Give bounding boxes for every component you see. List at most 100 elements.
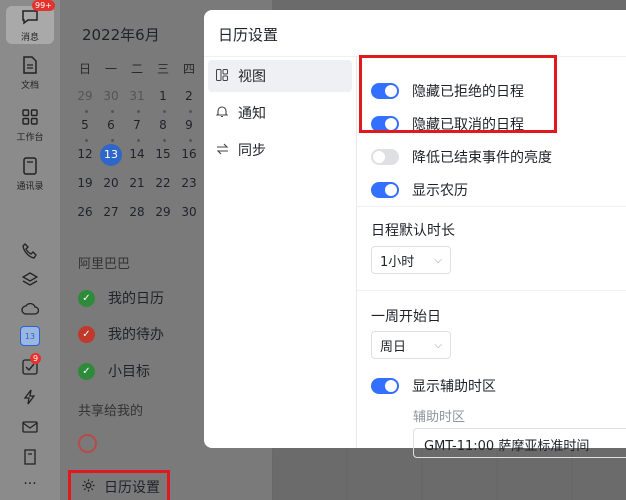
check-circle-icon[interactable]: ✓ (78, 325, 95, 343)
document-icon (19, 54, 41, 76)
nav-sync[interactable]: 同步 (208, 134, 352, 166)
day-cell-today[interactable]: 13 (98, 143, 124, 166)
week-start-select[interactable]: 周日 ⌵ (371, 331, 451, 359)
app-rail: 消息 99+ 文档 工作台 通讯录 13 9 ··· (0, 0, 60, 500)
day-cell[interactable]: 16 (176, 147, 202, 166)
calendar-settings-label: 日历设置 (104, 480, 160, 496)
day-cell[interactable]: 5 (72, 118, 98, 132)
rail-messages[interactable]: 消息 99+ (6, 0, 55, 44)
settings-nav: 视图 通知 同步 (204, 56, 356, 448)
toggle-row-lunar[interactable]: 显示农历 (371, 180, 468, 200)
day-cell[interactable]: 20 (98, 176, 124, 190)
rail-more[interactable]: ··· (0, 474, 60, 492)
weekday-header: 日 一 二 三 四 (72, 60, 202, 77)
toggle-switch[interactable] (371, 182, 399, 198)
add-calendar-circle-icon[interactable] (78, 434, 97, 453)
select-value: 1小时 (380, 254, 415, 270)
day-cell[interactable]: 19 (72, 176, 98, 190)
today-marker: 13 (100, 143, 122, 166)
calendar-item-label: 我的待办 (108, 327, 164, 343)
rail-docs[interactable]: 文档 (0, 54, 60, 91)
week-row: 12 13 14 15 16 (72, 143, 202, 166)
sync-icon (216, 143, 232, 158)
weekday: 四 (182, 62, 195, 76)
day-cell[interactable]: 29 (72, 89, 98, 103)
week-row: 29 30 31 1 2 (72, 89, 202, 103)
weekday: 一 (104, 62, 117, 76)
day-cell[interactable]: 31 (124, 89, 150, 103)
rail-layers[interactable] (0, 269, 60, 291)
day-cell[interactable]: 1 (150, 89, 176, 103)
toggle-row-dim-ended[interactable]: 降低已结束事件的亮度 (371, 147, 552, 167)
calendar-item[interactable]: ✓ 我的日历 (78, 288, 164, 308)
event-dot (189, 110, 192, 113)
divider (357, 290, 626, 291)
event-dot (137, 139, 140, 142)
rail-cloud[interactable] (0, 298, 60, 320)
nav-notify[interactable]: 通知 (208, 97, 352, 129)
day-cell[interactable]: 7 (124, 118, 150, 132)
dialog-title: 日历设置 (218, 26, 279, 44)
rail-contacts[interactable]: 通讯录 (0, 155, 60, 192)
toggle-label: 降低已结束事件的亮度 (412, 150, 552, 166)
event-dot (137, 110, 140, 113)
rail-minutes[interactable] (0, 446, 60, 468)
day-cell[interactable]: 21 (124, 176, 150, 190)
chevron-down-icon: ⌵ (434, 339, 442, 351)
event-dot (189, 139, 192, 142)
default-duration-select[interactable]: 1小时 ⌵ (371, 246, 451, 274)
day-cell[interactable]: 12 (72, 147, 98, 166)
rail-docs-label: 文档 (20, 81, 39, 91)
more-icon: ··· (23, 476, 37, 492)
rail-contacts-label: 通讯录 (16, 182, 44, 192)
day-cell[interactable]: 30 (176, 205, 202, 219)
toggle-switch[interactable] (371, 378, 399, 394)
grid-icon (216, 68, 232, 84)
rail-lightning[interactable] (0, 386, 60, 408)
day-cell[interactable]: 15 (150, 147, 176, 166)
rail-workspace[interactable]: 工作台 (0, 106, 60, 143)
day-cell[interactable]: 30 (98, 89, 124, 103)
day-cell[interactable]: 14 (124, 147, 150, 166)
day-cell[interactable]: 23 (176, 176, 202, 190)
toggle-row-aux-timezone[interactable]: 显示辅助时区 (371, 376, 496, 396)
notes-icon (19, 446, 41, 468)
tasks-badge: 9 (30, 353, 42, 364)
calendar-item[interactable]: ✓ 我的待办 (78, 324, 164, 344)
event-dot (111, 139, 114, 142)
day-cell[interactable]: 22 (150, 176, 176, 190)
nav-view[interactable]: 视图 (208, 60, 352, 92)
day-cell[interactable]: 29 (150, 205, 176, 219)
event-dot (85, 139, 88, 142)
day-cell[interactable]: 27 (98, 205, 124, 219)
mail-icon (19, 416, 41, 438)
event-dot (163, 139, 166, 142)
nav-sync-label: 同步 (238, 143, 266, 159)
aux-timezone-select[interactable]: GMT-11:00 萨摩亚标准时间 (413, 428, 626, 458)
shared-section-title: 共享给我的 (78, 404, 144, 419)
cloud-icon (19, 298, 41, 320)
check-circle-icon[interactable]: ✓ (78, 362, 95, 380)
rail-workspace-label: 工作台 (16, 133, 44, 143)
week-row: 26 27 28 29 30 (72, 205, 202, 219)
day-cell[interactable]: 2 (176, 89, 202, 103)
calendar-settings-button[interactable]: 日历设置 (68, 470, 170, 500)
toggle-switch[interactable] (371, 149, 399, 165)
calendar-item-label: 小目标 (108, 364, 150, 380)
month-title: 2022年6月 (82, 26, 160, 44)
day-cell[interactable]: 9 (176, 118, 202, 132)
week-row: 5 6 7 8 9 (72, 118, 202, 132)
rail-calendar[interactable]: 13 (0, 326, 60, 346)
calendar-item[interactable]: ✓ 小目标 (78, 361, 150, 381)
lightning-icon (19, 386, 41, 408)
rail-tasks[interactable]: 9 (0, 353, 60, 378)
day-cell[interactable]: 8 (150, 118, 176, 132)
rail-mail[interactable] (0, 416, 60, 438)
day-cell[interactable]: 28 (124, 205, 150, 219)
day-cell[interactable]: 6 (98, 118, 124, 132)
rail-calls[interactable] (0, 240, 60, 262)
chevron-down-icon: ⌵ (434, 254, 442, 266)
day-cell[interactable]: 26 (72, 205, 98, 219)
toggle-label: 显示农历 (412, 183, 468, 199)
check-circle-icon[interactable]: ✓ (78, 289, 95, 307)
